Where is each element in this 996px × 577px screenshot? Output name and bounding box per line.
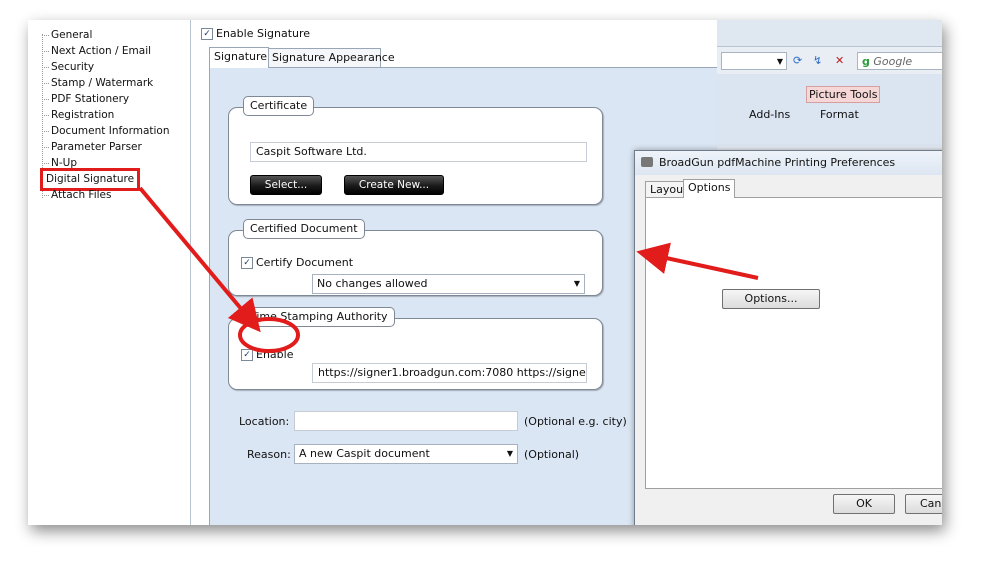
location-label: Location: — [239, 415, 290, 428]
printer-icon — [641, 157, 653, 167]
certified-document-group: Certified Document ✓ Certify Document No … — [228, 219, 603, 296]
create-certificate-button[interactable]: Create New... — [344, 175, 444, 195]
chevron-down-icon: ▼ — [776, 57, 783, 66]
certified-document-title: Certified Document — [243, 219, 365, 239]
tree-item-label: N-Up — [51, 157, 77, 169]
chevron-down-icon: ▼ — [573, 279, 580, 288]
cancel-button[interactable]: Canc — [905, 494, 942, 514]
checkmark-icon: ✓ — [241, 349, 253, 361]
settings-tree: General Next Action / Email Security Sta… — [28, 20, 191, 525]
ok-button[interactable]: OK — [833, 494, 895, 514]
timestamp-servers-field[interactable]: https://signer1.broadgun.com:7080 https:… — [312, 363, 587, 383]
modification-permission-select[interactable]: No changes allowed ▼ — [312, 274, 585, 294]
tree-item-parameter-parser[interactable]: Parameter Parser — [42, 140, 142, 155]
tree-item-n-up[interactable]: N-Up — [42, 156, 77, 171]
picture-tools-tab[interactable]: Picture Tools — [806, 86, 881, 103]
certificate-group: Certificate Caspit Software Ltd. Select.… — [228, 96, 603, 205]
tree-item-label: Stamp / Watermark — [51, 77, 154, 89]
tree-item-stationery[interactable]: PDF Stationery — [42, 92, 129, 107]
timestamp-enable-label: Enable — [256, 348, 294, 361]
tree-item-label: Registration — [51, 109, 115, 121]
modification-permission-value: No changes allowed — [317, 277, 428, 290]
tree-item-security[interactable]: Security — [42, 60, 94, 75]
tree-item-label: Attach Files — [51, 189, 112, 201]
certify-document-label: Certify Document — [256, 256, 354, 269]
certificate-group-title: Certificate — [243, 96, 315, 116]
location-input[interactable] — [294, 411, 518, 431]
add-ins-tab[interactable]: Add-Ins — [749, 108, 790, 121]
certify-document-checkbox[interactable]: ✓ Certify Document — [241, 256, 353, 269]
forward-icon[interactable]: ↯ — [813, 52, 822, 70]
checkmark-icon: ✓ — [201, 28, 213, 40]
search-box[interactable]: g Google — [857, 52, 942, 70]
ribbon: Picture Tools Add-Ins Format — [717, 74, 942, 146]
chevron-down-icon: ▼ — [506, 449, 513, 458]
tree-item-document-information[interactable]: Document Information — [42, 124, 170, 139]
certificate-field[interactable]: Caspit Software Ltd. — [250, 142, 587, 162]
close-icon[interactable]: ✕ — [835, 52, 844, 70]
tree-item-label: General — [51, 29, 93, 41]
dialog-title-bar: BroadGun pdfMachine Printing Preferences — [635, 151, 942, 175]
window-title-bar — [717, 20, 942, 47]
tree-item-label: Document Information — [51, 125, 170, 137]
tree-item-general[interactable]: General — [42, 28, 92, 43]
reason-value: A new Caspit document — [299, 447, 430, 460]
tree-item-label: Digital Signature — [46, 173, 135, 185]
enable-signature-label: Enable Signature — [216, 27, 311, 40]
reason-select[interactable]: A new Caspit document ▼ — [294, 444, 518, 464]
options-button[interactable]: Options... — [722, 289, 820, 309]
timestamp-authority-group: Time Stamping Authority ✓ Enable https://… — [228, 307, 603, 390]
tree-item-attach-files[interactable]: Attach Files — [42, 188, 111, 203]
reason-label: Reason: — [247, 448, 291, 461]
search-icon: g — [862, 55, 870, 68]
timestamp-authority-title: Time Stamping Authority — [243, 307, 395, 327]
checkmark-icon: ✓ — [241, 257, 253, 269]
tree-item-label: Security — [51, 61, 95, 73]
options-tab-content: Options... — [645, 197, 942, 489]
address-dropdown[interactable]: ▼ — [721, 52, 787, 70]
tab-signature[interactable]: Signature — [209, 47, 269, 68]
tree-item-label: Next Action / Email — [51, 45, 152, 57]
tree-item-registration[interactable]: Registration — [42, 108, 114, 123]
tab-signature-appearance[interactable]: Signature Appearance — [267, 48, 395, 67]
tree-item-next-action[interactable]: Next Action / Email — [42, 44, 151, 59]
tree-item-digital-signature[interactable]: Digital Signature — [39, 168, 141, 191]
timestamp-enable-checkbox[interactable]: ✓ Enable — [241, 348, 293, 361]
tree-item-stamp[interactable]: Stamp / Watermark — [42, 76, 153, 91]
dialog-title: BroadGun pdfMachine Printing Preferences — [659, 156, 896, 169]
tree-item-label: PDF Stationery — [51, 93, 130, 105]
format-tab[interactable]: Format — [820, 108, 859, 121]
printing-preferences-dialog: BroadGun pdfMachine Printing Preferences… — [634, 150, 942, 525]
search-box-text: Google — [873, 55, 913, 68]
screenshot-frame: General Next Action / Email Security Sta… — [28, 20, 942, 525]
select-certificate-button[interactable]: Select... — [250, 175, 322, 195]
refresh-icon[interactable]: ⟳ — [793, 52, 802, 70]
location-hint: (Optional e.g. city) — [524, 415, 627, 428]
tab-options[interactable]: Options — [683, 179, 736, 198]
enable-signature-checkbox[interactable]: ✓ Enable Signature — [201, 27, 310, 40]
reason-hint: (Optional) — [524, 448, 580, 461]
tree-item-label: Parameter Parser — [51, 141, 142, 153]
